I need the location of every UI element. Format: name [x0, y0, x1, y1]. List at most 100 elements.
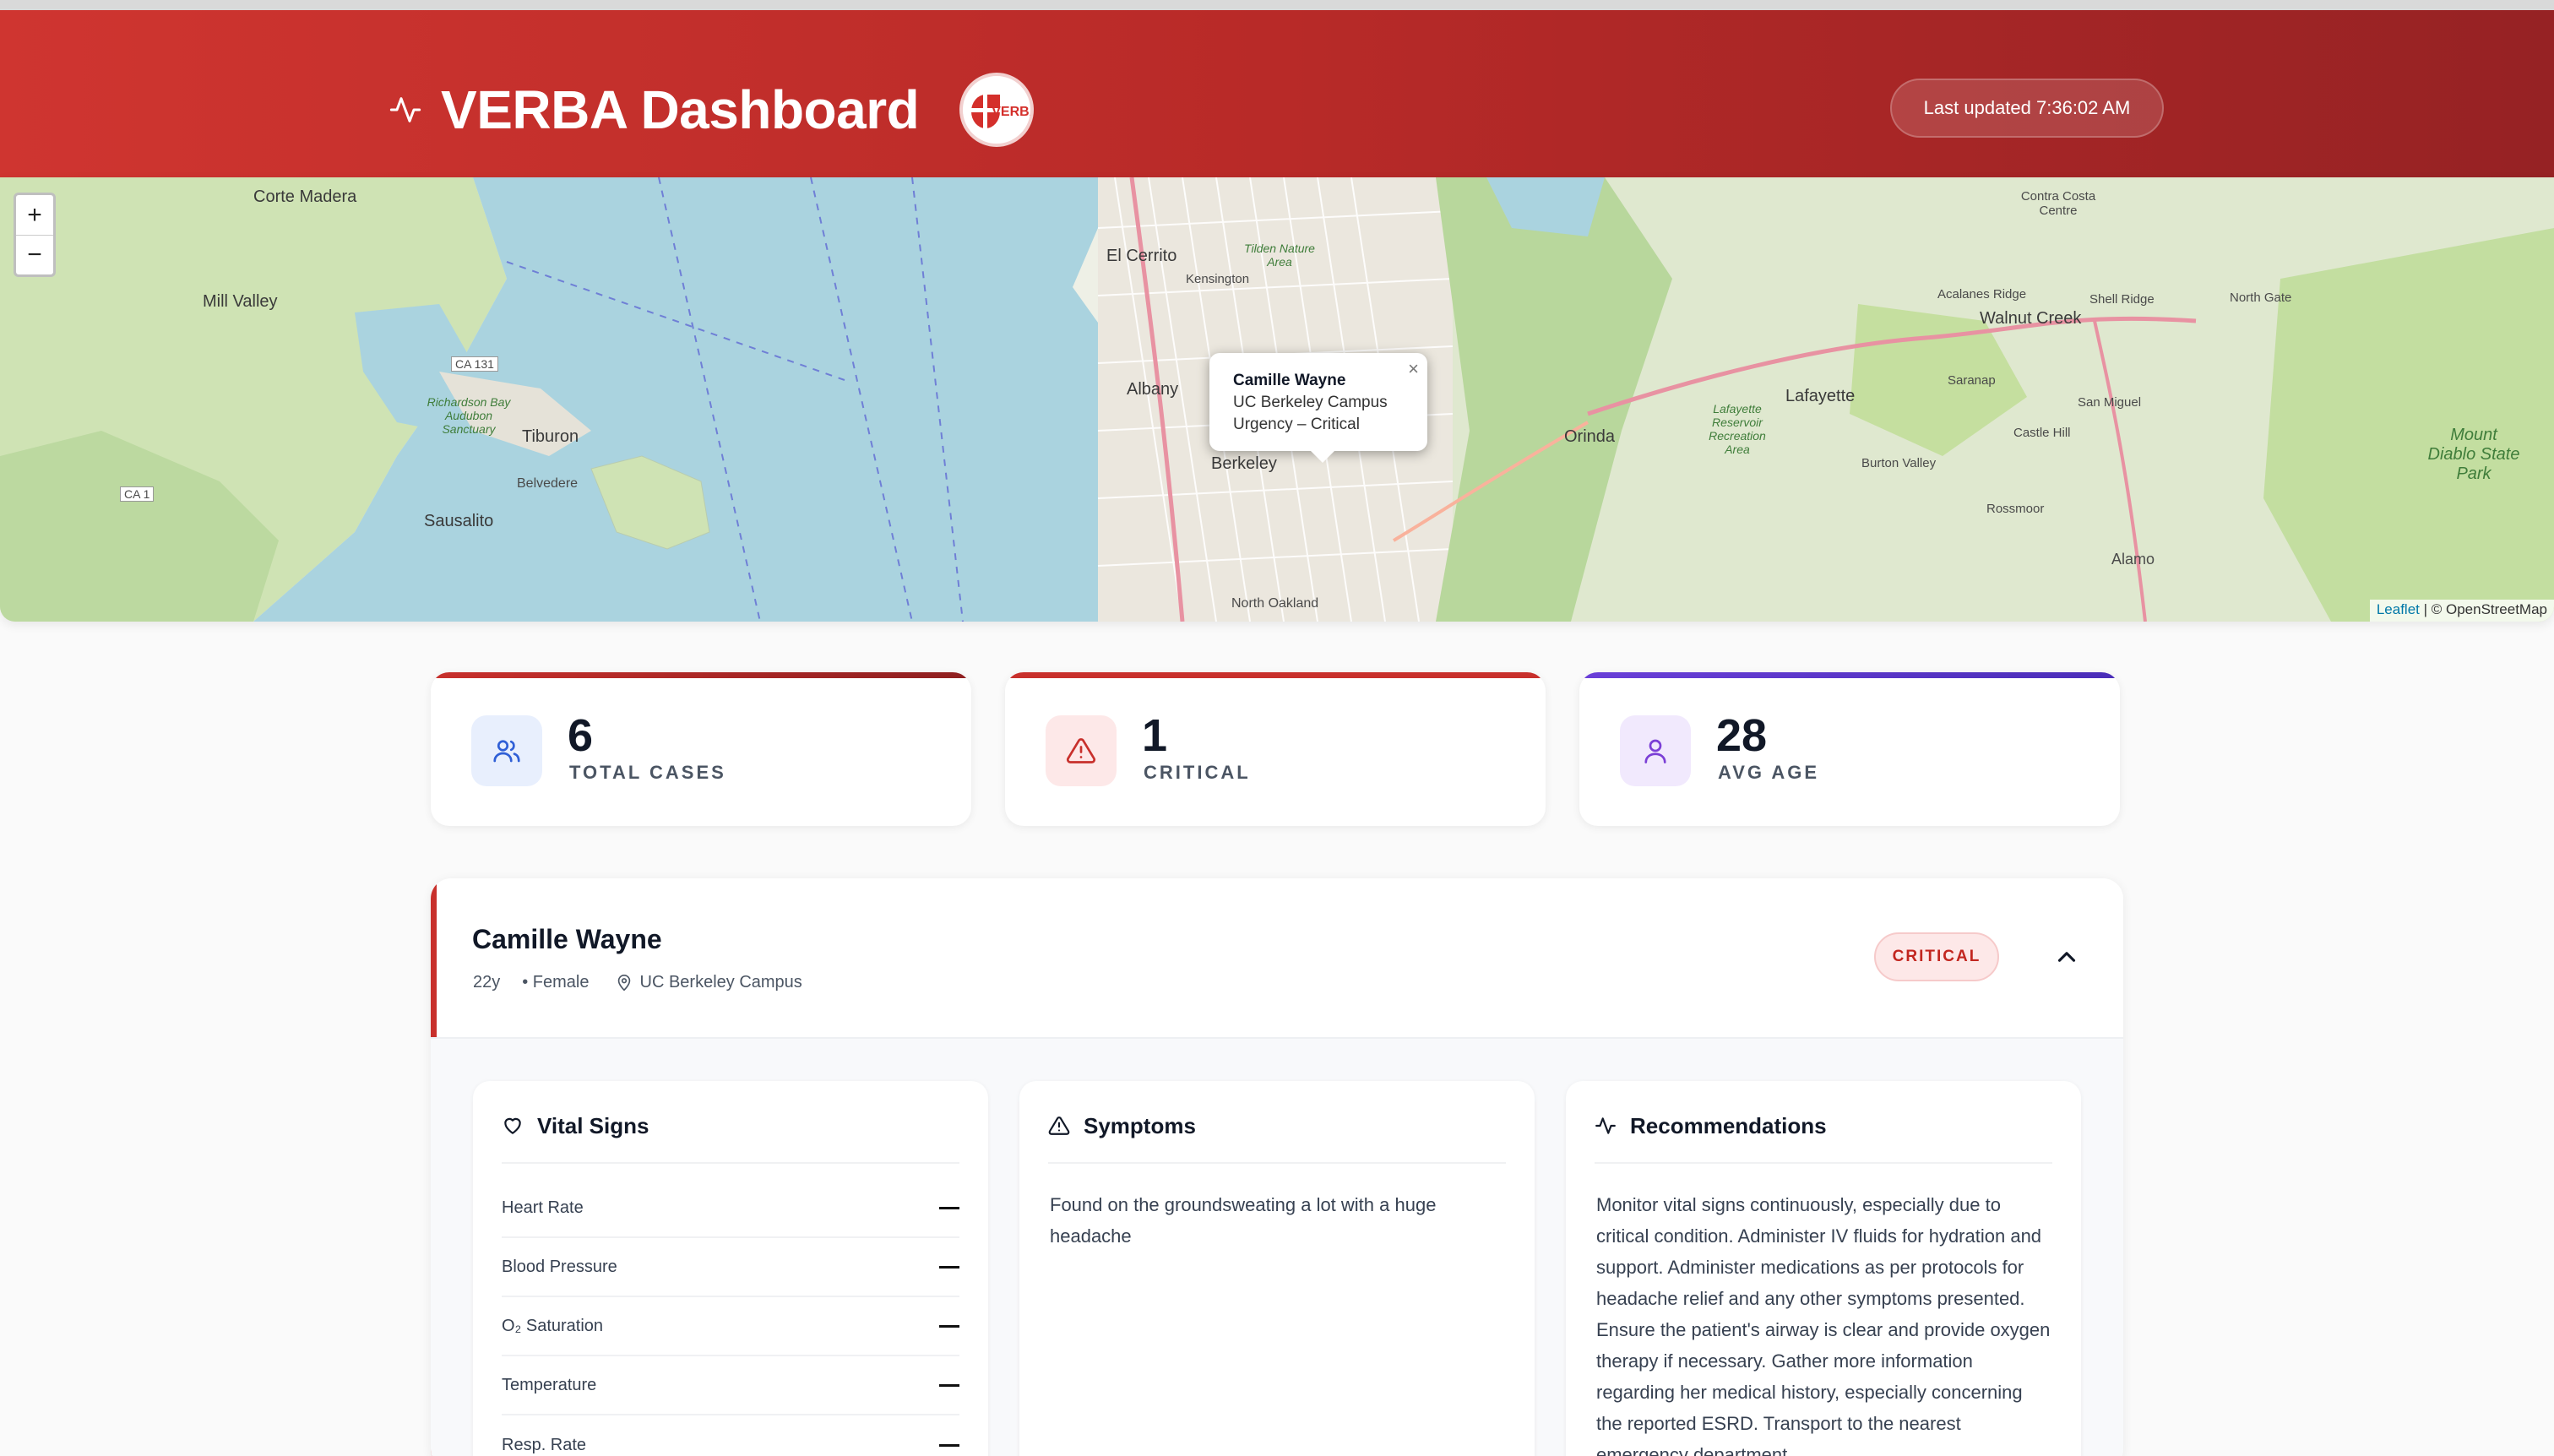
map-park-label: Tilden Nature Area: [1244, 242, 1315, 269]
map-place-label: Albany: [1127, 380, 1179, 399]
map-place-label: Tiburon: [522, 427, 579, 446]
vital-label: Blood Pressure: [502, 1257, 617, 1276]
map-place-label: Sausalito: [424, 512, 494, 530]
map-popup: × Camille Wayne UC Berkeley Campus Urgen…: [1209, 353, 1427, 463]
chevron-up-icon[interactable]: [2052, 943, 2081, 971]
activity-icon: [1595, 1117, 1616, 1134]
vital-label: O₂ Saturation: [502, 1316, 604, 1335]
vital-row: O₂ Saturation: [502, 1297, 959, 1356]
map-place-label: Walnut Creek: [1980, 309, 2082, 328]
map-place-label: Shell Ridge: [2089, 292, 2155, 307]
stat-label: AVG AGE: [1718, 762, 1820, 783]
map-place-label: El Cerrito: [1106, 247, 1177, 265]
map-place-label: Burton Valley: [1861, 456, 1937, 470]
popup-patient-name: Camille Wayne: [1233, 372, 1346, 389]
vital-row: Resp. Rate: [502, 1415, 959, 1456]
map-place-label: Belvedere: [517, 476, 579, 491]
map-place-label: North Gate: [2230, 291, 2292, 305]
panel-header: Recommendations: [1595, 1113, 2052, 1164]
vital-value-empty: [939, 1443, 959, 1447]
leaflet-link[interactable]: Leaflet: [2377, 601, 2420, 617]
vital-label: Temperature: [502, 1375, 597, 1394]
case-header[interactable]: Camille Wayne 22y • Female UC Berkeley C…: [431, 878, 2123, 1039]
map-place-label: Mill Valley: [203, 292, 278, 311]
stat-accent-bar: [431, 672, 971, 678]
vital-signs-panel: Vital Signs Heart Rate Blood Pressure O₂…: [473, 1081, 988, 1456]
osm-attribution: | © OpenStreetMap: [2419, 601, 2547, 617]
map-place-label: North Oakland: [1231, 596, 1319, 611]
panel-header: Vital Signs: [502, 1113, 959, 1164]
map-place-label: Berkeley: [1211, 454, 1277, 473]
vital-value-empty: [939, 1324, 959, 1328]
map-place-label: Orinda: [1564, 427, 1616, 446]
vital-label: Resp. Rate: [502, 1435, 587, 1454]
alert-triangle-icon: [1046, 715, 1117, 786]
patient-meta: 22y • Female UC Berkeley Campus: [473, 973, 802, 992]
map-place-label: Castle Hill: [2013, 426, 2071, 440]
map-place-label: Contra Costa Centre: [2020, 189, 2096, 218]
popup-close-button[interactable]: ×: [1408, 358, 1419, 380]
map-park-label: Lafayette Reservoir Recreation Area: [1709, 402, 1766, 456]
heart-icon: [504, 1117, 521, 1134]
panel-title: Vital Signs: [537, 1113, 649, 1138]
stat-card-avg-age: 28 AVG AGE: [1579, 672, 2120, 826]
activity-icon: [389, 97, 421, 122]
vital-label: Heart Rate: [502, 1198, 584, 1217]
patient-location: UC Berkeley Campus: [639, 973, 802, 991]
stat-value: 28: [1716, 710, 1768, 761]
patient-name: Camille Wayne: [472, 924, 662, 954]
recommendations-text: Monitor vital signs continuously, especi…: [1596, 1194, 2051, 1456]
popup-location: UC Berkeley Campus: [1233, 394, 1388, 411]
map-place-label: Lafayette: [1785, 387, 1856, 405]
panel-title: Recommendations: [1630, 1113, 1827, 1138]
map-park-label: Richardson Bay Audubon Sanctuary: [427, 395, 511, 436]
vital-value-empty: [939, 1265, 959, 1269]
patient-gender: • Female: [522, 973, 590, 991]
symptoms-text: Found on the groundsweating a lot with a…: [1050, 1194, 1437, 1247]
stat-value: 1: [1142, 710, 1168, 761]
map-place-label: Rossmoor: [1986, 502, 2045, 516]
stat-accent-bar: [1005, 672, 1546, 678]
vital-value-empty: [939, 1383, 959, 1387]
map-place-label: San Miguel: [2078, 395, 2142, 410]
map-attribution: Leaflet | © OpenStreetMap: [2369, 600, 2554, 622]
logo-text: VERBA: [992, 105, 1030, 119]
map-route-shield: CA 131: [451, 356, 498, 372]
stat-value: 6: [568, 710, 594, 761]
incident-map[interactable]: Corte Madera Mill Valley Tiburon Belvede…: [0, 177, 2554, 622]
map-pin-icon: [617, 974, 630, 991]
map-route-shield: CA 1: [120, 486, 155, 502]
stat-card-total-cases: 6 TOTAL CASES: [431, 672, 971, 826]
map-place-label: Alamo: [2111, 551, 2155, 568]
map-place-label: Acalanes Ridge: [1937, 287, 2027, 302]
panel-header: Symptoms: [1048, 1113, 1506, 1164]
browser-top-strip: [0, 0, 2554, 10]
users-icon: [471, 715, 542, 786]
verba-logo: VERBA: [959, 73, 1035, 147]
stat-label: TOTAL CASES: [569, 762, 726, 783]
page-title: VERBA Dashboard: [441, 79, 920, 140]
panel-title: Symptoms: [1084, 1113, 1196, 1138]
map-place-label: Kensington: [1186, 272, 1250, 286]
vital-row: Blood Pressure: [502, 1238, 959, 1297]
symptoms-panel: Symptoms Found on the groundsweating a l…: [1019, 1081, 1535, 1456]
user-icon: [1620, 715, 1691, 786]
header-title-group: VERBA Dashboard VERBA: [389, 66, 1035, 154]
alert-triangle-icon: [1048, 1116, 1070, 1135]
map-place-label: Mount Diablo State Park: [2427, 426, 2520, 483]
stat-label: CRITICAL: [1144, 762, 1251, 783]
vital-row: Temperature: [502, 1356, 959, 1415]
recommendations-panel: Recommendations Monitor vital signs cont…: [1566, 1081, 2081, 1456]
vital-row: Heart Rate: [502, 1179, 959, 1238]
status-badge: CRITICAL: [1874, 932, 1999, 981]
map-place-label: Corte Madera: [253, 187, 357, 206]
popup-urgency: Urgency – Critical: [1233, 416, 1360, 433]
map-place-label: Saranap: [1948, 373, 1996, 388]
last-updated-badge: Last updated 7:36:02 AM: [1890, 79, 2164, 138]
stat-card-critical: 1 CRITICAL: [1005, 672, 1546, 826]
stat-accent-bar: [1579, 672, 2120, 678]
map-zoom-control: + −: [14, 193, 56, 277]
zoom-in-button[interactable]: +: [16, 195, 53, 235]
dashboard-header: VERBA Dashboard VERBA Last updated 7:36:…: [0, 10, 2554, 177]
zoom-out-button[interactable]: −: [16, 235, 53, 274]
